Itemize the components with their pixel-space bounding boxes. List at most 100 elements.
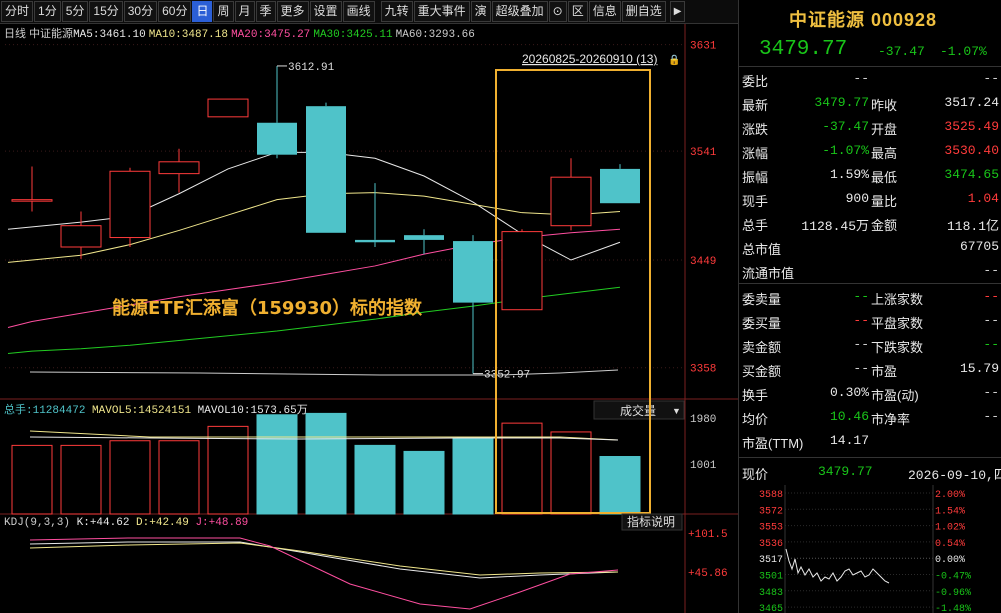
mini-price-tick: 3465 — [759, 604, 783, 613]
volume-bar[interactable] — [60, 444, 102, 515]
quote-label: 现手 — [742, 194, 769, 209]
quote-label: 均价 — [742, 412, 769, 427]
quote-value: -- — [983, 71, 999, 86]
quote-label: 委比 — [742, 74, 769, 89]
chevron-down-icon[interactable]: ▼ — [672, 406, 681, 416]
quote-row: 总手 1128.45万 金额 118.1亿 — [739, 211, 1001, 235]
toolbar-btn-1[interactable]: 1分 — [34, 1, 61, 22]
mini-chart-label: 现价 — [742, 467, 769, 482]
toolbar-btn-5[interactable]: 60分 — [158, 1, 192, 22]
toolbar-btn-3[interactable]: 15分 — [89, 1, 123, 22]
volume-bar[interactable] — [158, 440, 200, 515]
volume-bar[interactable] — [550, 431, 592, 515]
quote-row: 市盈(TTM) 14.17 — [739, 429, 1001, 453]
quote-label: 开盘 — [871, 122, 898, 137]
quote-value: -- — [983, 409, 999, 424]
toolbar-btn-15[interactable]: 演 — [470, 1, 491, 22]
candle[interactable] — [306, 102, 346, 233]
quote-value: 67705 — [959, 239, 999, 254]
candle[interactable] — [207, 98, 249, 118]
mini-chart-price: 3479.77 — [818, 464, 873, 479]
quote-value: 3479.77 — [814, 95, 869, 110]
toolbar-btn-0[interactable]: 分时 — [1, 1, 34, 22]
quote-label: 最新 — [742, 98, 769, 113]
toolbar-btn-17[interactable]: ⊙ — [548, 1, 567, 22]
kdj-tick: +101.5 — [688, 529, 728, 541]
lock-icon[interactable]: 🔒 — [668, 54, 680, 66]
price-tick: 3449 — [690, 256, 716, 268]
mini-price-tick: 3572 — [759, 506, 783, 517]
quote-value: 900 — [845, 191, 869, 206]
price-tick: 3358 — [690, 364, 716, 376]
volume-bar[interactable] — [109, 440, 151, 515]
volume-bar[interactable] — [354, 444, 396, 515]
period-toolbar: 分时 1分 5分 15分 30分 60分日周月季更多 设置 画线 九转 重大事件演超级叠加 ⊙ 区信息… — [0, 0, 738, 24]
toolbar-btn-4[interactable]: 30分 — [123, 1, 158, 22]
quote-row: 卖金额 -- 下跌家数 -- — [739, 333, 1001, 357]
quote-value: -- — [983, 337, 999, 352]
quote-panel: 中证能源 000928 3479.77 -37.47 -1.07% 委比 -- --… — [738, 0, 1001, 613]
candle[interactable] — [109, 167, 151, 247]
quote-label: 委买量 — [742, 316, 782, 331]
intraday-mini-chart[interactable]: 3588 2.00% 3572 1.54% 3553 1.02% 3536 0.54% 3517… — [739, 485, 1001, 613]
volume-bar[interactable] — [599, 456, 641, 515]
quote-label: 总手 — [742, 218, 769, 233]
quote-value: 3530.40 — [944, 143, 999, 158]
toolbar-btn-12[interactable]: 画线 — [342, 1, 375, 22]
quote-label: 市盈(动) — [871, 388, 919, 403]
mini-price-tick: 3553 — [759, 523, 783, 534]
quote-value: 15.79 — [959, 361, 999, 376]
range-label[interactable]: 20260825-20260910 (13) — [522, 52, 657, 66]
chart-legend: 日线 中证能源MA5:3461.10 MA10:3487.18 MA20:347… — [4, 26, 475, 41]
toolbar-btn-16[interactable]: 超级叠加 — [491, 1, 548, 22]
toolbar-btn-8[interactable]: 月 — [234, 1, 255, 22]
quote-value: -- — [853, 313, 869, 328]
mini-pct-tick: -0.47% — [935, 572, 971, 583]
kline-chart[interactable]: 3631 3541 3449 3358 日线 中证能源MA5:3461.10 MA10:… — [0, 24, 738, 613]
candle[interactable] — [501, 229, 543, 311]
toolbar-btn-10[interactable]: 更多 — [276, 1, 309, 22]
annotation-text: 能源ETF汇添富（159930）标的指数 — [112, 297, 423, 319]
volume-bar[interactable] — [207, 425, 249, 515]
toolbar-btn-19[interactable]: 信息 — [588, 1, 621, 22]
quote-row: 振幅 1.59% 最低 3474.65 — [739, 163, 1001, 187]
divider — [739, 283, 1001, 284]
toolbar-btn-7[interactable]: 周 — [213, 1, 234, 22]
quote-label: 市净率 — [871, 412, 911, 427]
toolbar-btn-11[interactable]: 设置 — [309, 1, 342, 22]
volume-bar[interactable] — [452, 437, 494, 515]
quote-row: 现手 900 量比 1.04 — [739, 187, 1001, 211]
low-marker: 3352.97 — [484, 370, 530, 382]
quote-label: 金额 — [871, 218, 898, 233]
quote-value: 1.59% — [829, 167, 869, 182]
quote-value: -- — [853, 337, 869, 352]
mini-pct-tick: 1.54% — [935, 506, 965, 517]
expand-panel-icon[interactable]: ▶ — [669, 1, 686, 22]
toolbar-btn-13[interactable]: 九转 — [380, 1, 413, 22]
volume-tick: 1001 — [690, 460, 717, 472]
toolbar-btn-9[interactable]: 季 — [255, 1, 276, 22]
volume-bar[interactable] — [305, 412, 347, 515]
quote-value: 14.17 — [829, 433, 869, 448]
toolbar-btn-18[interactable]: 区 — [567, 1, 588, 22]
quote-value: -- — [983, 289, 999, 304]
quote-change-pct: -1.07% — [940, 44, 987, 59]
mini-pct-tick: 0.00% — [935, 555, 965, 566]
toolbar-btn-6[interactable]: 日 — [192, 1, 213, 22]
mini-price-line — [785, 548, 890, 584]
toolbar-btn-2[interactable]: 5分 — [61, 1, 89, 22]
candle[interactable] — [600, 164, 640, 204]
indicator-help-label[interactable]: 指标说明 — [627, 514, 675, 529]
quote-row: 买金额 -- 市盈 15.79 — [739, 357, 1001, 381]
quote-row: 总市值 67705 — [739, 235, 1001, 259]
price-tick: 3631 — [690, 41, 717, 53]
volume-bar[interactable] — [403, 450, 445, 515]
toolbar-btn-20[interactable]: 删自选 — [621, 1, 666, 22]
volume-bar[interactable] — [256, 414, 298, 515]
quote-label: 昨收 — [871, 98, 898, 113]
quote-label: 买金额 — [742, 364, 782, 379]
toolbar-btn-14[interactable]: 重大事件 — [413, 1, 470, 22]
divider — [739, 457, 1001, 458]
volume-bar[interactable] — [11, 444, 53, 515]
quote-change: -37.47 — [878, 44, 925, 59]
